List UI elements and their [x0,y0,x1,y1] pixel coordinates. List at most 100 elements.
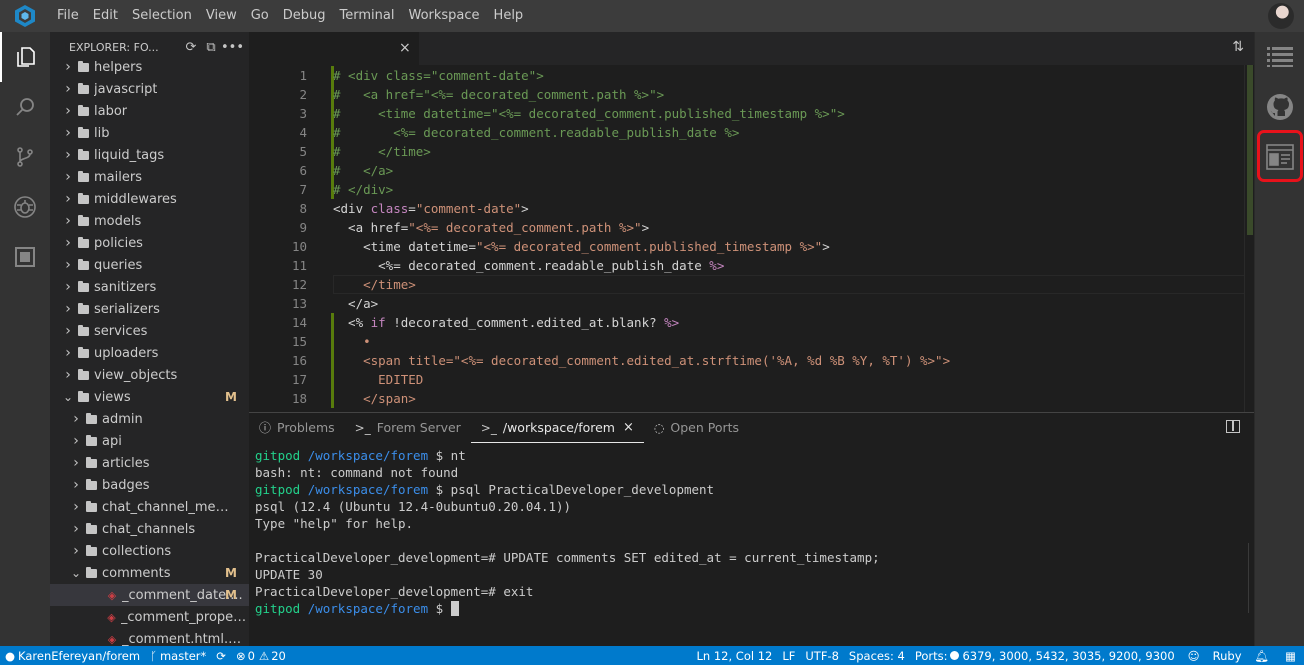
code-editor[interactable]: 1 # <div class="comment-date"> 2 # <a href=… [249,65,1254,412]
file-item[interactable]: ◈ _comment.html.erb [50,628,249,647]
code-line[interactable]: 2 # <a href="<%= decorated_comment.path %… [249,85,1254,104]
folder-item[interactable]: › labor [50,100,249,122]
folder-item[interactable]: › admin [50,408,249,430]
folder-item[interactable]: › chat_channels [50,518,249,540]
code-line[interactable]: 11 <%= decorated_comment.readable_publis… [249,256,1254,275]
folder-item[interactable]: › services [50,320,249,342]
code-line[interactable]: 9 <a href="<%= decorated_comment.path %>… [249,218,1254,237]
panel-tab-open-ports[interactable]: ◌ Open Ports [644,413,749,443]
branch-status[interactable]: ᚴ master* [145,649,211,663]
panel-tab-workspace-forem[interactable]: >_ /workspace/forem × [470,413,644,443]
feedback-icon[interactable]: ☺ [1180,649,1208,663]
menu-workspace[interactable]: Workspace [401,0,486,32]
gitpod-logo-icon[interactable] [0,0,50,32]
code-line[interactable]: 4 # <%= decorated_comment.readable_publis… [249,123,1254,142]
layout-icon[interactable]: ▦ [1277,649,1304,663]
folder-item[interactable]: › javascript [50,78,249,100]
folder-item[interactable]: › queries [50,254,249,276]
folder-item[interactable]: › uploaders [50,342,249,364]
menu-view[interactable]: View [199,0,244,32]
eol-status[interactable]: LF [777,649,800,663]
split-panel-icon[interactable] [1226,420,1240,433]
menu-edit[interactable]: Edit [86,0,125,32]
collapse-all-icon[interactable]: ⧉ [201,40,221,55]
folder-item[interactable]: ⌄ comments M [50,562,249,584]
menu-debug[interactable]: Debug [276,0,333,32]
code-line[interactable]: 3 # <time datetime="<%= decorated_comment… [249,104,1254,123]
line-number: 11 [291,258,307,273]
github-icon[interactable] [1255,82,1304,132]
folder-item[interactable]: › mailers [50,166,249,188]
file-item[interactable]: ◈ _comment_proper.h... [50,606,249,628]
debug-icon[interactable] [0,182,50,232]
code-line[interactable]: 17 EDITED [249,370,1254,389]
code-line[interactable]: 1 # <div class="comment-date"> [249,66,1254,85]
cursor-position[interactable]: Ln 12, Col 12 [692,649,778,663]
editor-scrollbar[interactable] [1244,65,1254,412]
folder-item[interactable]: › lib [50,122,249,144]
code-line[interactable]: 16 <span title="<%= decorated_comment.ed… [249,351,1254,370]
line-number: 1 [299,68,307,83]
folder-item[interactable]: › chat_channel_memb... [50,496,249,518]
code-line[interactable]: 12 </time> [249,275,1254,294]
refresh-icon[interactable]: ⟳ [181,40,201,55]
close-terminal-icon[interactable]: × [623,413,634,443]
code-line[interactable]: 13 </a> [249,294,1254,313]
code-text: </span> [333,389,416,408]
sync-status[interactable]: ⟳ [211,649,231,663]
code-line[interactable]: 7 # </div> [249,180,1254,199]
repo-status[interactable]: ● KarenEfereyan/forem [0,649,145,663]
folder-item[interactable]: › helpers [50,56,249,78]
problems-status[interactable]: ⊗ 0 ⚠ 20 [231,649,291,663]
folder-item[interactable]: › articles [50,452,249,474]
file-item[interactable]: ◈ _comment_date.... M [50,584,249,606]
extensions-icon[interactable] [0,232,50,282]
outline-icon[interactable] [1255,32,1304,82]
code-line[interactable]: 18 </span> [249,389,1254,408]
menu-help[interactable]: Help [487,0,531,32]
code-line[interactable]: 6 # </a> [249,161,1254,180]
source-control-icon[interactable] [0,132,50,182]
language-status[interactable]: Ruby [1208,649,1247,663]
code-text: <%= decorated_comment.readable_publish_d… [333,256,724,275]
code-line[interactable]: 15 • [249,332,1254,351]
folder-item[interactable]: › sanitizers [50,276,249,298]
close-tab-icon[interactable]: × [399,40,411,56]
folder-item[interactable]: › policies [50,232,249,254]
explorer-icon[interactable] [0,32,50,82]
folder-item[interactable]: › models [50,210,249,232]
menu-selection[interactable]: Selection [125,0,199,32]
menu-file[interactable]: File [50,0,86,32]
folder-item[interactable]: › middlewares [50,188,249,210]
user-avatar[interactable] [1268,3,1294,29]
line-number: 10 [291,239,307,254]
code-line[interactable]: 10 <time datetime="<%= decorated_comment… [249,237,1254,256]
folder-item[interactable]: › view_objects [50,364,249,386]
editor-tab[interactable]: × [249,32,419,65]
search-icon[interactable] [0,82,50,132]
panel-tab-forem-server[interactable]: >_ Forem Server [345,413,471,443]
more-actions-icon[interactable]: ••• [221,40,244,55]
indent-status[interactable]: Spaces: 4 [844,649,910,663]
line-number: 8 [299,201,307,216]
menu-go[interactable]: Go [244,0,276,32]
notifications-icon[interactable]: 🔔︎ [1247,649,1278,663]
encoding-status[interactable]: UTF-8 [800,649,844,663]
panel-tab-problems[interactable]: ⓘ Problems [249,413,345,443]
folder-item[interactable]: › badges [50,474,249,496]
folder-item[interactable]: › api [50,430,249,452]
folder-item[interactable]: › serializers [50,298,249,320]
terminal-output[interactable]: gitpod /workspace/forem $ nt bash: nt: co… [255,447,1244,646]
code-line[interactable]: 5 # </time> [249,142,1254,161]
folder-item[interactable]: ⌄ views M [50,386,249,408]
scrollbar-thumb[interactable] [1247,65,1253,235]
open-changes-icon[interactable]: ⇅ [1232,39,1244,55]
code-line[interactable]: 8 <div class="comment-date"> [249,199,1254,218]
code-line[interactable]: 14 <% if !decorated_comment.edited_at.bl… [249,313,1254,332]
file-tree: › helpers › javascript › labor › lib › liquid_tag… [50,56,249,646]
menu-terminal[interactable]: Terminal [333,0,402,32]
folder-item[interactable]: › collections [50,540,249,562]
ports-status[interactable]: Ports: 6379, 3000, 5432, 3035, 9200, 930… [910,649,1180,663]
folder-item[interactable]: › liquid_tags [50,144,249,166]
erb-file-icon: ◈ [107,632,117,646]
